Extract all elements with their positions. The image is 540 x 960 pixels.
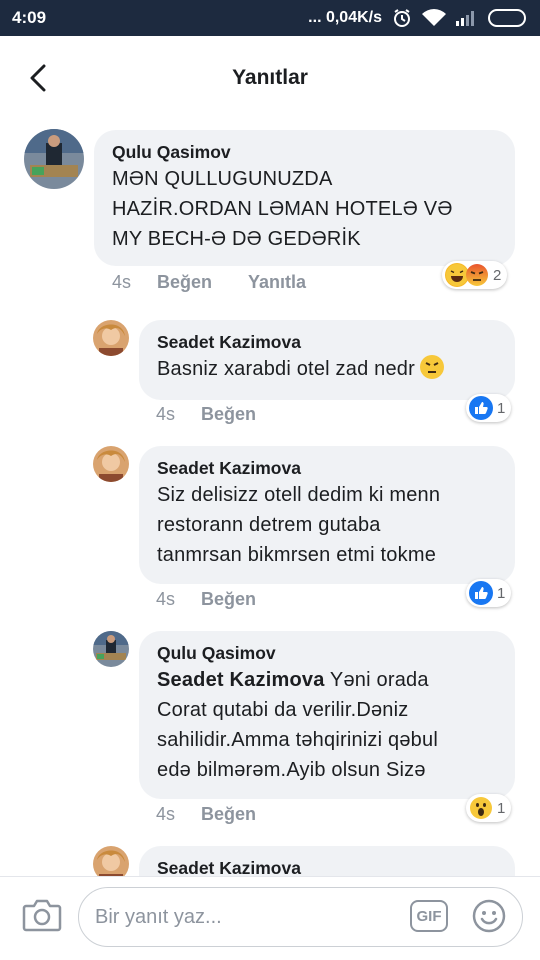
reaction-summary[interactable]: 1: [466, 794, 512, 822]
camera-button[interactable]: [22, 897, 62, 933]
status-time: 4:09: [12, 8, 47, 27]
comment-author[interactable]: Seadet Kazimova: [157, 456, 497, 480]
emoji-button[interactable]: [472, 899, 506, 933]
like-button[interactable]: Beğen: [201, 804, 256, 825]
comment-time: 4s: [112, 272, 132, 292]
like-button[interactable]: Beğen: [201, 404, 256, 425]
avatar[interactable]: [93, 846, 129, 876]
comment-text: MƏN QULLUGUNUZDA HAZİR.ORDAN LƏMAN HOTEL…: [112, 164, 497, 254]
angry-emoji-icon: [465, 263, 489, 287]
comment-author[interactable]: Seadet Kazimova: [157, 856, 497, 876]
like-button[interactable]: Beğen: [201, 589, 256, 610]
status-indicators: ... 0,04K/s: [308, 8, 528, 28]
reply-input-placeholder: Bir yanıt yaz...: [95, 905, 222, 928]
comment-bubble: Seadet Kazimova Basniz xarabdi otel zad …: [139, 320, 515, 400]
comment-time: 4s: [156, 589, 176, 609]
avatar[interactable]: [93, 446, 129, 482]
comment-text-line: edə bilmərəm.Ayib olsun Sizə: [157, 759, 426, 781]
comment-bubble: Seadet Kazimova: [139, 846, 515, 876]
comment-bubble: Seadet Kazimova Siz delisizz otell dedim…: [139, 446, 515, 584]
comment-text-line: MY BECH-Ə DƏ GEDƏRİK: [112, 228, 361, 250]
header: Yanıtlar: [0, 36, 540, 120]
comment-text-line: Seadet Kazimova Yəni orada: [157, 665, 497, 695]
reaction-count: 1: [497, 584, 506, 602]
alarm-icon: [392, 8, 412, 28]
smiley-icon: [472, 899, 506, 933]
reaction-summary[interactable]: 2: [442, 261, 508, 289]
back-button[interactable]: [22, 62, 54, 94]
comment-text-line: Siz delisizz otell dedim ki menn: [157, 484, 441, 506]
reaction-summary[interactable]: 1: [466, 579, 512, 607]
signal-icon: [456, 10, 478, 26]
comment-bubble: Qulu Qasimov MƏN QULLUGUNUZDA HAZİR.ORDA…: [94, 130, 515, 266]
comment-time: 4s: [156, 404, 176, 424]
gif-button[interactable]: GIF: [410, 900, 448, 932]
status-bar: 4:09 ... 0,04K/s: [0, 0, 540, 36]
comment-text-line: MƏN QULLUGUNUZDA: [112, 168, 333, 190]
comments-list: Qulu Qasimov MƏN QULLUGUNUZDA HAZİR.ORDA…: [0, 120, 540, 876]
comment-author[interactable]: Qulu Qasimov: [112, 140, 497, 164]
comment-text: Seadet Kazimova Yəni orada Corat qutabi …: [157, 665, 497, 785]
comment-text: Siz delisizz otell dedim ki menn restora…: [157, 480, 497, 570]
comment-actions: 4s Beğen: [156, 804, 292, 825]
comment-text-line: sahilidir.Amma təhqirinizi qəbul: [157, 729, 438, 751]
wifi-icon: [422, 9, 446, 27]
like-reaction-icon: [469, 581, 493, 605]
comment-text-line: tanmrsan bikmrsen etmi tokme: [157, 544, 437, 566]
avatar[interactable]: [24, 129, 84, 189]
reply-button[interactable]: Yanıtla: [248, 272, 306, 293]
page-title: Yanıtlar: [232, 66, 308, 89]
avatar[interactable]: [93, 320, 129, 356]
comment-text-line: HAZİR.ORDAN LƏMAN HOTELƏ VƏ: [112, 198, 453, 220]
reaction-count: 1: [497, 799, 506, 817]
wow-emoji-icon: [469, 796, 493, 820]
comment-text-fragment: Yəni orada: [329, 669, 429, 691]
battery-icon: [488, 9, 528, 27]
comment-actions: 4s Beğen: [156, 404, 292, 425]
like-button[interactable]: Beğen: [157, 272, 212, 293]
comment-text-line: restorann detrem gutaba: [157, 514, 381, 536]
comment-author[interactable]: Qulu Qasimov: [157, 641, 497, 665]
reaction-count: 1: [497, 399, 506, 417]
avatar[interactable]: [93, 631, 129, 667]
comment-author[interactable]: Seadet Kazimova: [157, 330, 497, 354]
reply-composer: Bir yanıt yaz... GIF: [0, 876, 540, 960]
reply-input[interactable]: Bir yanıt yaz...: [78, 887, 523, 947]
comment-text-line: Basniz xarabdi otel zad nedr: [157, 358, 415, 380]
comment-actions: 4s Beğen: [156, 589, 292, 610]
reaction-summary[interactable]: 1: [466, 394, 512, 422]
mention-link[interactable]: Seadet Kazimova: [157, 669, 325, 691]
reaction-count: 2: [493, 266, 502, 284]
like-reaction-icon: [469, 396, 493, 420]
comment-actions: 4s Beğen Yanıtla: [112, 272, 342, 293]
chevron-left-icon: [30, 64, 46, 92]
comment-time: 4s: [156, 804, 176, 824]
angry-face-emoji-icon: [419, 354, 445, 380]
network-speed: ... 0,04K/s: [308, 9, 382, 26]
camera-icon: [22, 899, 62, 932]
comment-text-line: Corat qutabi da verilir.Dəniz: [157, 699, 409, 721]
comment-bubble: Qulu Qasimov Seadet Kazimova Yəni orada …: [139, 631, 515, 799]
comment-text: Basniz xarabdi otel zad nedr: [157, 354, 497, 384]
